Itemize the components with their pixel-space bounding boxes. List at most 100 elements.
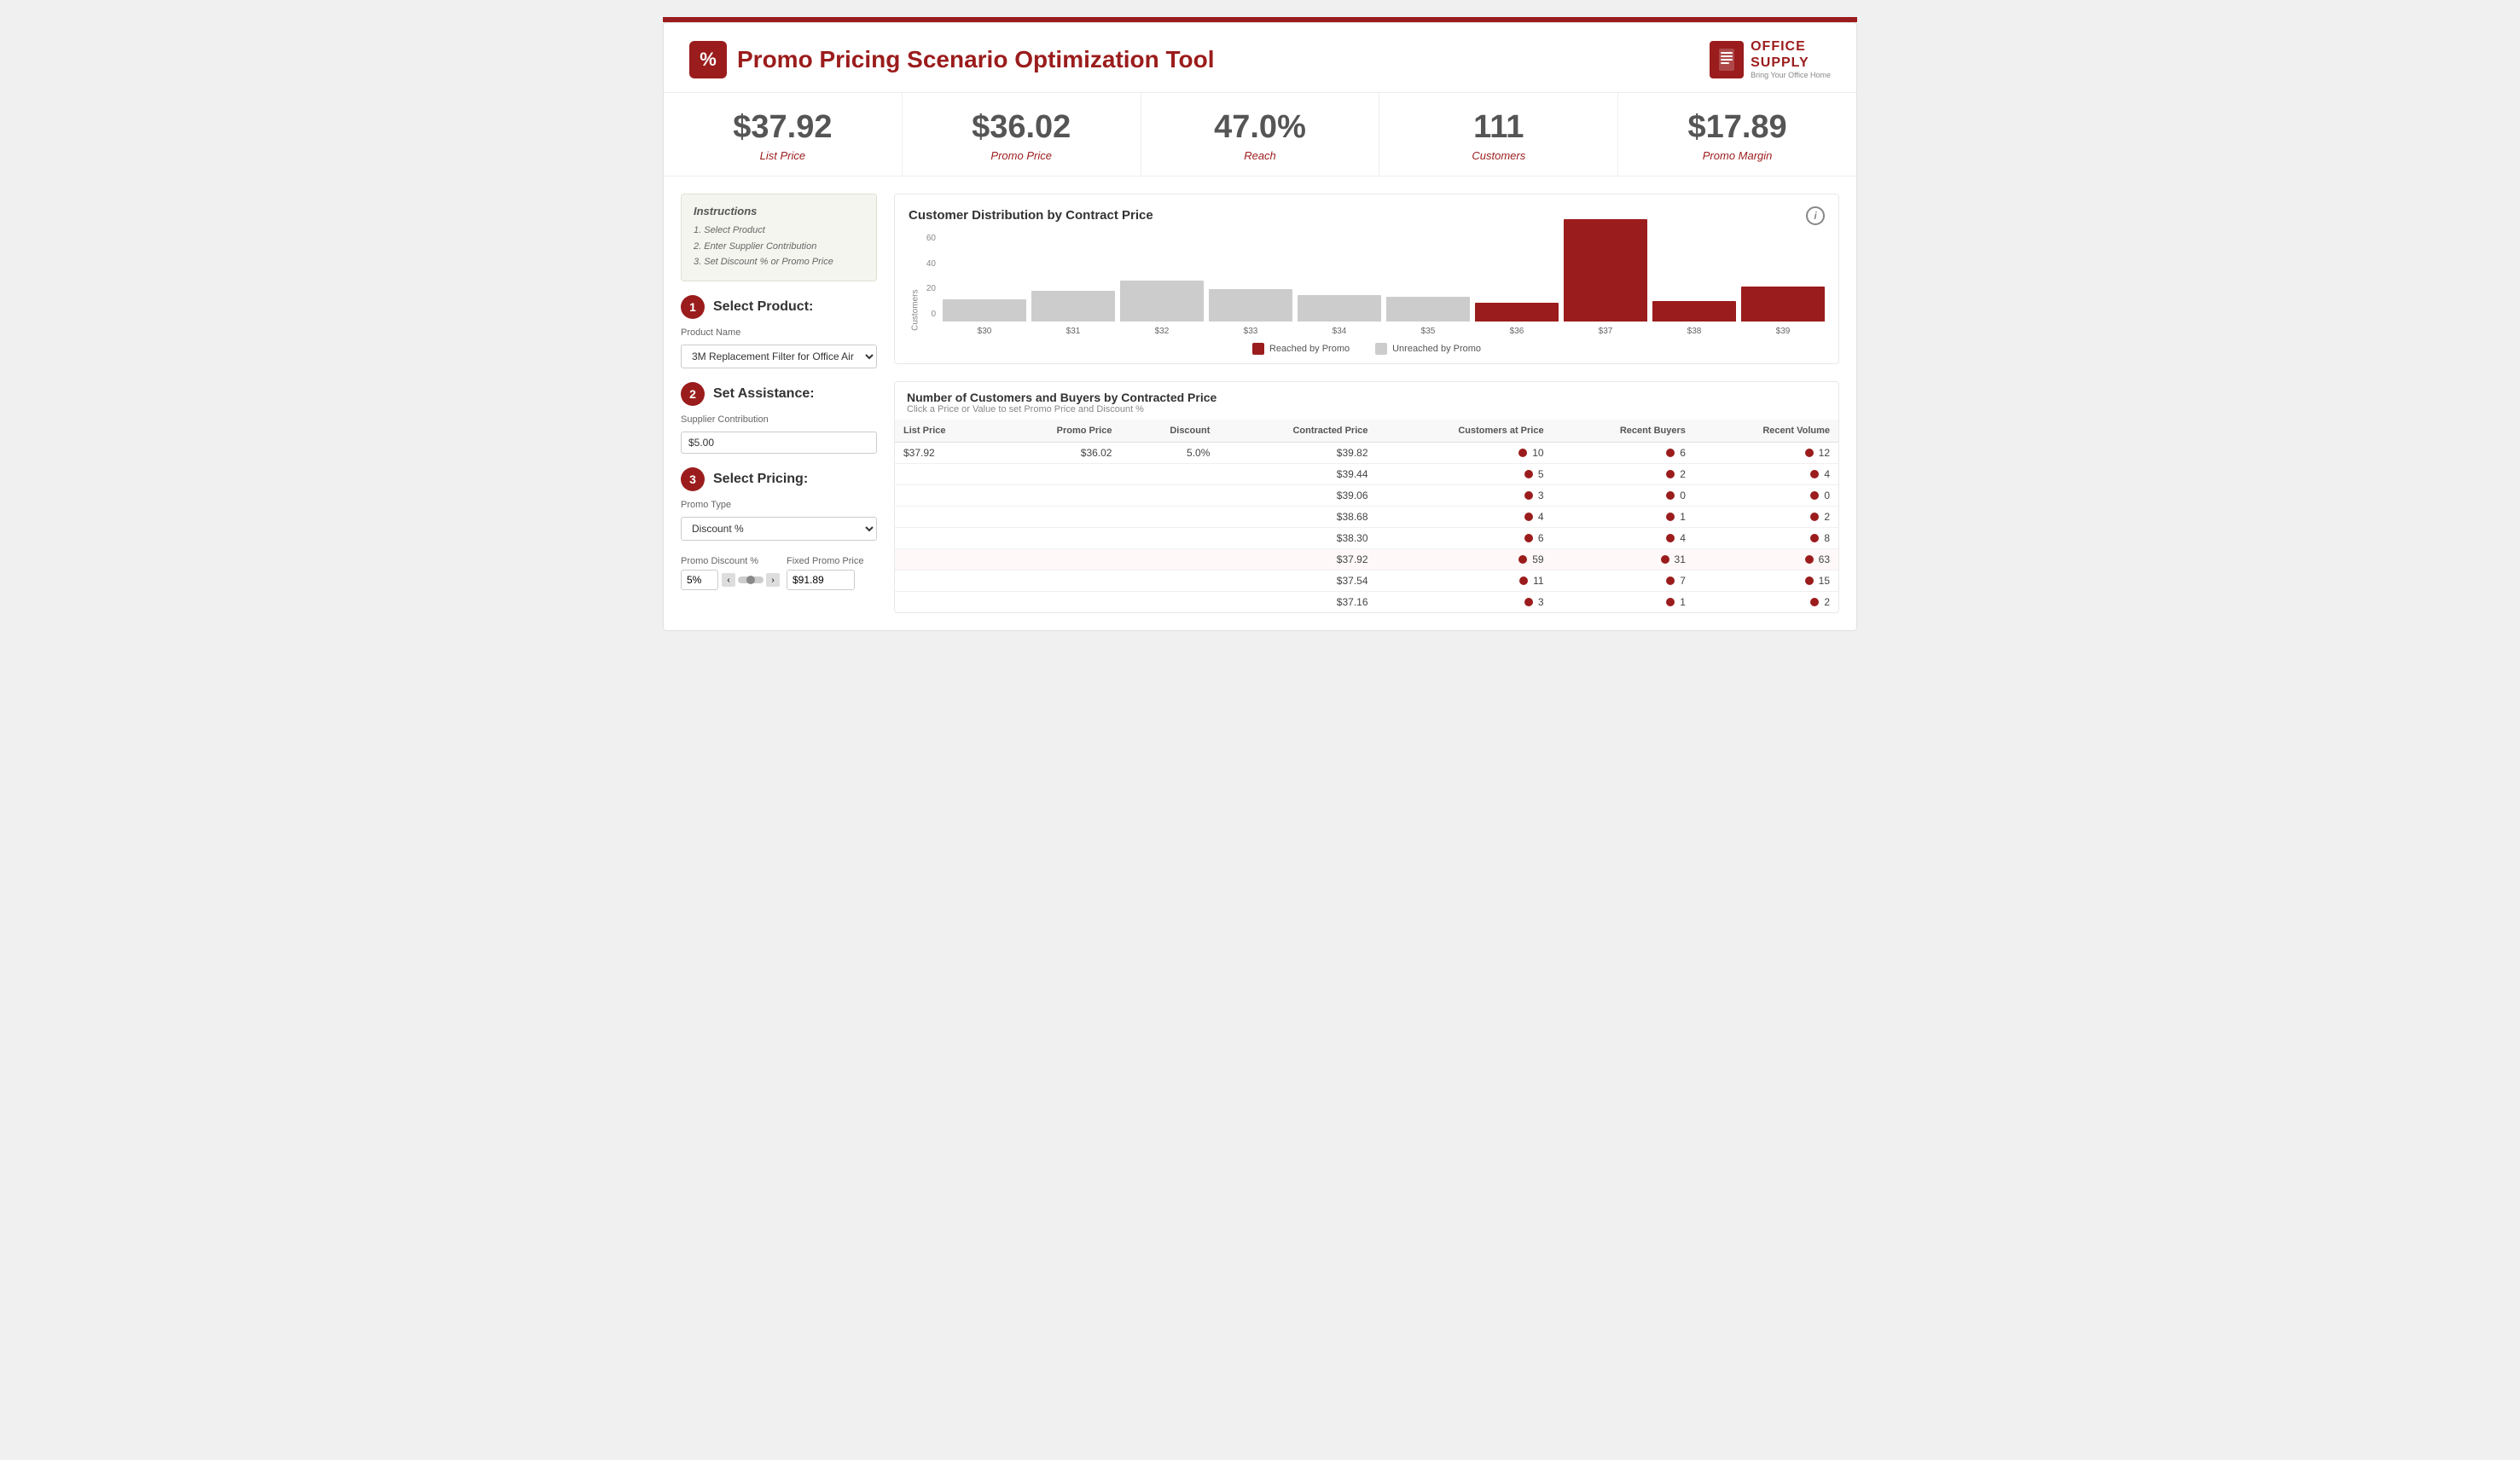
bar-group[interactable]: $30 — [943, 299, 1026, 336]
table-row[interactable]: $37.92$36.025.0%$39.8210612 — [895, 442, 1838, 463]
step1-section: 1 Select Product: Product Name 3M Replac… — [681, 295, 877, 368]
logo-text: OFFICE SUPPLY Bring Your Office Home — [1751, 38, 1831, 80]
kpi-list-price: $37.92 List Price — [664, 93, 903, 176]
table-cell — [996, 463, 1120, 484]
legend-reached: Reached by Promo — [1252, 343, 1350, 355]
product-select[interactable]: 3M Replacement Filter for Office Air Cl.… — [681, 345, 877, 368]
kpi-customers-label: Customers — [1388, 149, 1609, 162]
promo-row: Promo Discount % ‹ › Fix — [681, 553, 877, 590]
table-row[interactable]: $37.5411715 — [895, 570, 1838, 591]
fixed-price-col: Fixed Promo Price — [787, 553, 863, 590]
table-cell — [895, 570, 996, 591]
table-row[interactable]: $37.16312 — [895, 591, 1838, 612]
legend-unreached-dot — [1375, 343, 1387, 355]
bar-x-label: $34 — [1333, 327, 1347, 336]
table-row[interactable]: $37.92593163 — [895, 548, 1838, 570]
col-customers: Customers at Price — [1377, 420, 1553, 443]
table-cell: 7 — [1553, 570, 1694, 591]
legend-reached-dot — [1252, 343, 1264, 355]
bar-38 — [1652, 301, 1736, 322]
table-cell: 5.0% — [1120, 442, 1218, 463]
table-cell — [996, 548, 1120, 570]
instructions-box: Instructions 1. Select Product 2. Enter … — [681, 194, 877, 281]
instruction-1: 1. Select Product — [694, 223, 864, 239]
bar-group[interactable]: $35 — [1386, 297, 1470, 336]
contribution-input[interactable] — [681, 432, 877, 454]
table-row[interactable]: $38.68412 — [895, 506, 1838, 527]
bar-32 — [1120, 281, 1204, 322]
logo-icon — [1710, 41, 1744, 78]
table-title: Number of Customers and Buyers by Contra… — [907, 391, 1826, 404]
table-cell: 6 — [1553, 442, 1694, 463]
table-cell — [895, 506, 996, 527]
kpi-reach: 47.0% Reach — [1141, 93, 1380, 176]
promo-type-select[interactable]: Discount % — [681, 517, 877, 541]
table-cell: 8 — [1694, 527, 1838, 548]
promo-type-label: Promo Type — [681, 500, 877, 510]
info-icon[interactable]: i — [1806, 206, 1825, 225]
slider-indicator[interactable] — [738, 576, 764, 583]
table-section: Number of Customers and Buyers by Contra… — [894, 381, 1839, 613]
table-cell — [895, 527, 996, 548]
table-row[interactable]: $39.44524 — [895, 463, 1838, 484]
bar-x-label: $36 — [1510, 327, 1524, 336]
chart-legend: Reached by Promo Unreached by Promo — [909, 343, 1825, 355]
table-row[interactable]: $38.30648 — [895, 527, 1838, 548]
table-subtitle: Click a Price or Value to set Promo Pric… — [907, 404, 1826, 414]
col-volume: Recent Volume — [1694, 420, 1838, 443]
table-header-area: Number of Customers and Buyers by Contra… — [895, 382, 1838, 420]
table-cell — [895, 591, 996, 612]
table-cell — [1120, 591, 1218, 612]
kpi-promo-price-label: Promo Price — [911, 149, 1132, 162]
table-cell: 1 — [1553, 591, 1694, 612]
table-cell — [996, 506, 1120, 527]
bar-group[interactable]: $32 — [1120, 281, 1204, 336]
step3-section: 3 Select Pricing: Promo Type Discount % … — [681, 467, 877, 590]
table-cell — [1120, 463, 1218, 484]
table-cell — [1120, 484, 1218, 506]
table-row[interactable]: $39.06300 — [895, 484, 1838, 506]
step2-badge: 2 — [681, 382, 705, 406]
table-cell: $36.02 — [996, 442, 1120, 463]
step1-header: 1 Select Product: — [681, 295, 877, 319]
fixed-price-label: Fixed Promo Price — [787, 556, 863, 566]
bar-group[interactable]: $38 — [1652, 301, 1736, 336]
table-cell: 4 — [1377, 506, 1553, 527]
table-cell: 4 — [1553, 527, 1694, 548]
table-cell: 0 — [1694, 484, 1838, 506]
bar-group[interactable]: $37 — [1564, 219, 1647, 336]
bar-group[interactable]: $36 — [1475, 303, 1559, 336]
table-cell: $37.92 — [1218, 548, 1376, 570]
kpi-list-price-value: $37.92 — [672, 110, 893, 146]
bar-x-label: $33 — [1244, 327, 1258, 336]
step2-title: Set Assistance: — [713, 386, 815, 402]
bar-31 — [1031, 291, 1115, 322]
decrease-button[interactable]: ‹ — [722, 573, 735, 587]
bar-group[interactable]: $31 — [1031, 291, 1115, 336]
logo: OFFICE SUPPLY Bring Your Office Home — [1710, 38, 1831, 80]
discount-input[interactable] — [681, 570, 718, 590]
table-cell: 15 — [1694, 570, 1838, 591]
instruction-2: 2. Enter Supplier Contribution — [694, 239, 864, 255]
title-part2: Optimization Tool — [1014, 46, 1214, 72]
bar-group[interactable]: $33 — [1209, 289, 1292, 336]
table-cell: 3 — [1377, 484, 1553, 506]
table-cell — [1120, 506, 1218, 527]
bar-group[interactable]: $34 — [1298, 295, 1381, 336]
table-cell: 2 — [1553, 463, 1694, 484]
table-cell: $38.68 — [1218, 506, 1376, 527]
step1-badge: 1 — [681, 295, 705, 319]
kpi-promo-margin-label: Promo Margin — [1627, 149, 1848, 162]
table-cell — [1120, 527, 1218, 548]
title-part1: Promo Pricing Scenario — [737, 46, 1014, 72]
bar-36 — [1475, 303, 1559, 322]
table-cell — [996, 591, 1120, 612]
fixed-price-input[interactable] — [787, 570, 855, 590]
increase-button[interactable]: › — [766, 573, 780, 587]
table-cell: $39.06 — [1218, 484, 1376, 506]
bar-33 — [1209, 289, 1292, 322]
table-cell: 3 — [1377, 591, 1553, 612]
bar-group[interactable]: $39 — [1741, 287, 1825, 336]
bars-container: $30$31$32$33$34$35$36$37$38$39 — [943, 234, 1825, 336]
instructions-list: 1. Select Product 2. Enter Supplier Cont… — [694, 223, 864, 270]
